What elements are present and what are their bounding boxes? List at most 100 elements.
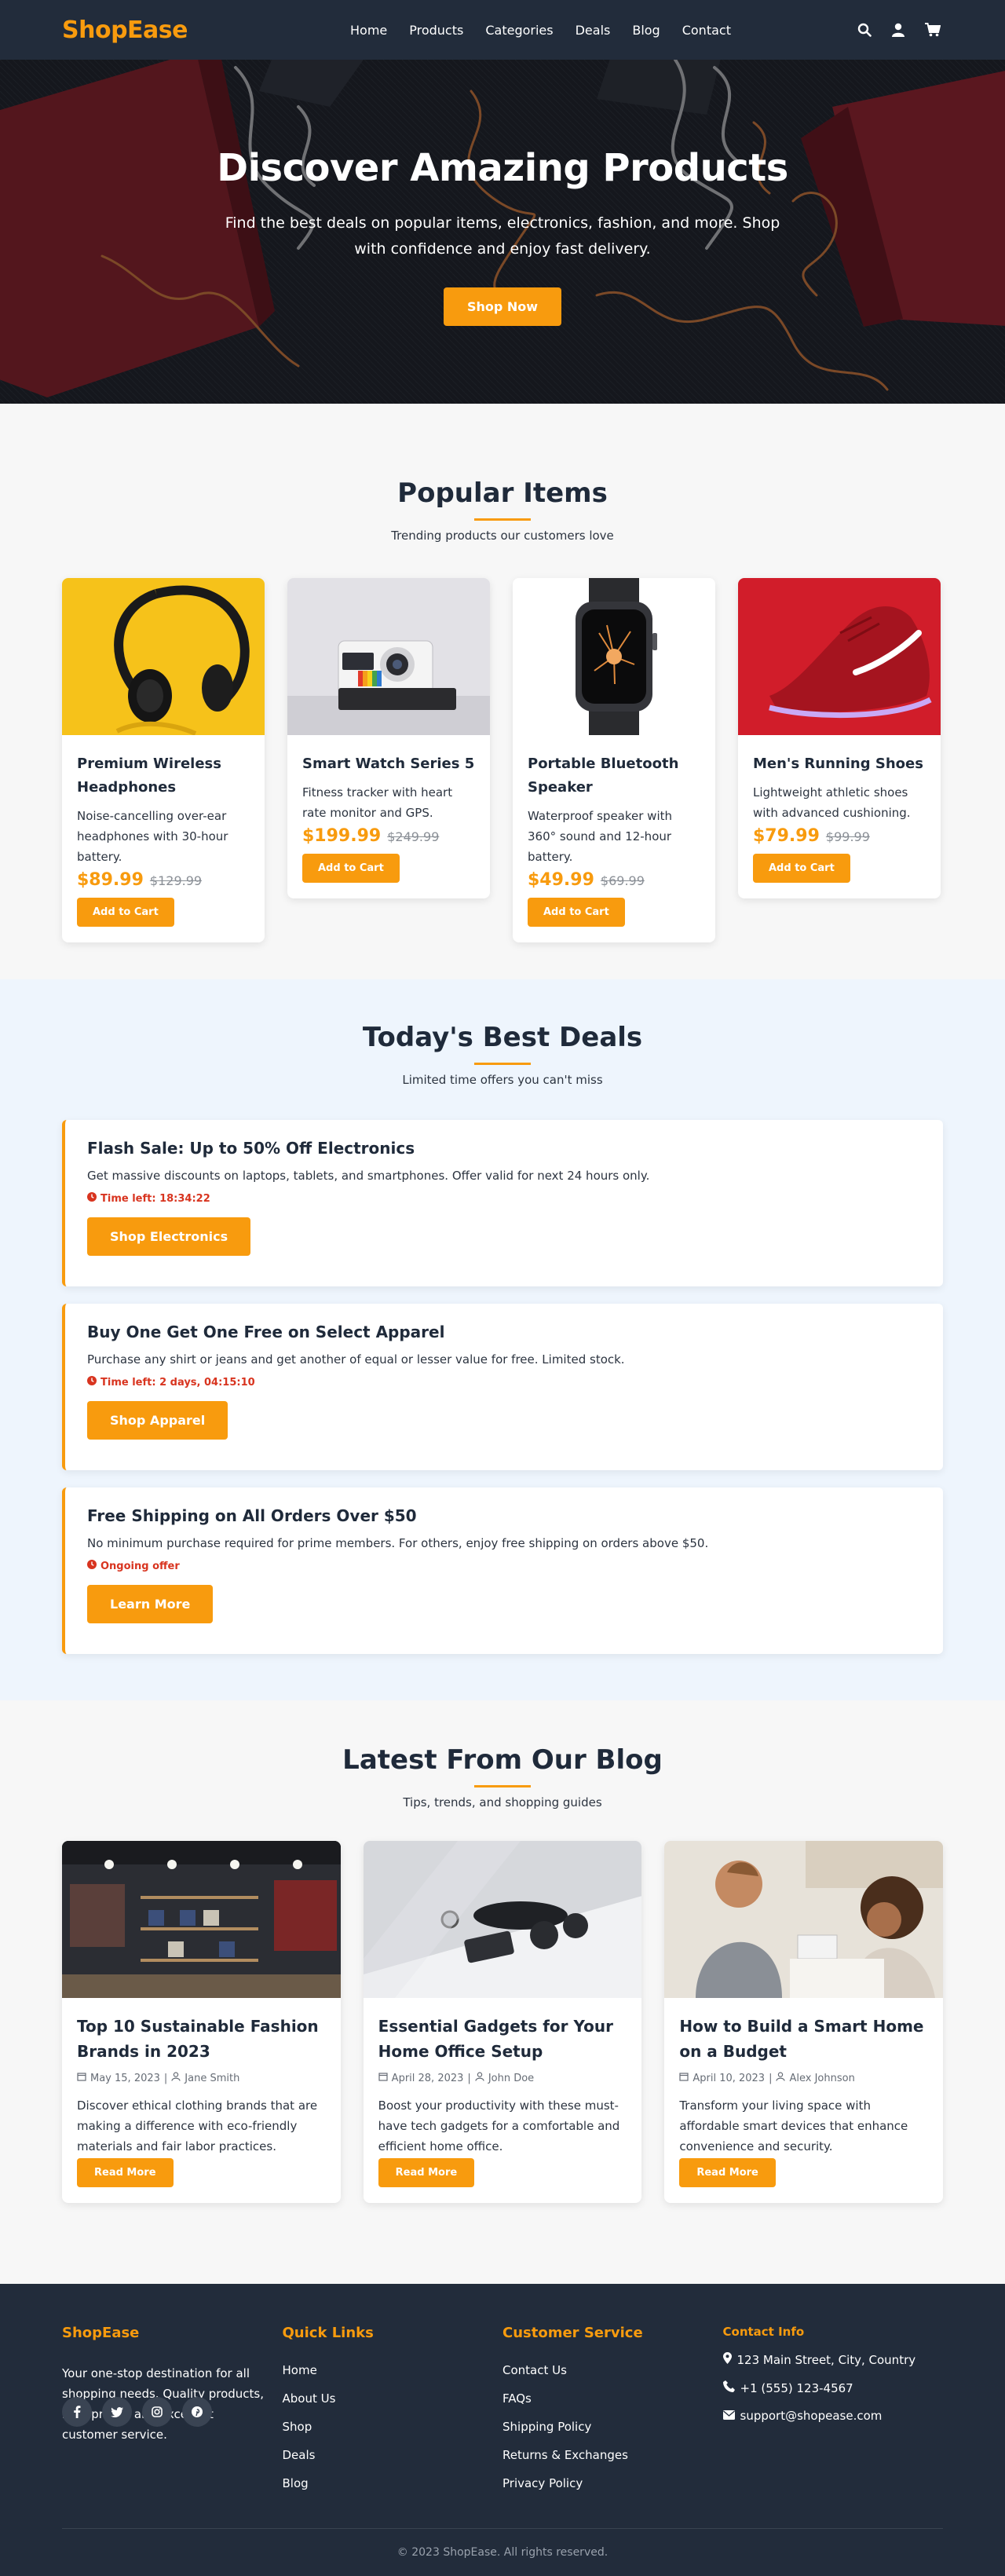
blog-image-clothing-store[interactable]	[62, 1841, 341, 1998]
blog-post-author: John Doe	[488, 2072, 535, 2084]
footer-email: support@shopease.com	[722, 2409, 944, 2423]
product-name[interactable]: Portable Bluetooth Speaker	[528, 752, 700, 800]
twitter-icon[interactable]	[102, 2397, 132, 2427]
nav-link-products[interactable]: Products	[409, 23, 463, 38]
blog-post-excerpt: Transform your living space with afforda…	[679, 2098, 908, 2153]
product-old-price: $129.99	[149, 873, 203, 888]
blog-post-meta: April 10, 2023 | Alex Johnson	[679, 2072, 928, 2084]
product-card: Portable Bluetooth Speaker Waterproof sp…	[513, 578, 715, 942]
product-description: Waterproof speaker with 360° sound and 1…	[528, 809, 672, 864]
deal-title: Flash Sale: Up to 50% Off Electronics	[87, 1139, 415, 1158]
calendar-icon	[378, 2072, 388, 2084]
shop-apparel-button[interactable]: Shop Apparel	[87, 1401, 228, 1440]
instagram-icon[interactable]	[142, 2397, 172, 2427]
blog-post-date: April 10, 2023	[693, 2072, 766, 2084]
envelope-icon	[722, 2409, 735, 2423]
blog-post-title[interactable]: Essential Gadgets for Your Home Office S…	[378, 2014, 627, 2064]
top-navbar: ShopEase Home Products Categories Deals …	[0, 0, 1005, 60]
add-to-cart-button[interactable]: Add to Cart	[528, 898, 625, 927]
map-marker-icon	[722, 2352, 732, 2367]
learn-more-button[interactable]: Learn More	[87, 1585, 214, 1623]
add-to-cart-button[interactable]: Add to Cart	[77, 898, 174, 927]
footer-contact-info: Contact Info 123 Main Street, City, Coun…	[722, 2325, 944, 2505]
hero-title: Discover Amazing Products	[217, 146, 788, 190]
footer-phone: +1 (555) 123-4567	[722, 2380, 944, 2395]
price-row: $49.99 $69.99	[528, 870, 700, 890]
nav-link-deals[interactable]: Deals	[576, 23, 611, 38]
footer-link-faqs[interactable]: FAQs	[502, 2391, 723, 2406]
calendar-icon	[77, 2072, 86, 2084]
footer-link-contact[interactable]: Contact Us	[502, 2363, 723, 2377]
section-title: Today's Best Deals	[362, 1022, 643, 1053]
deal-card: Flash Sale: Up to 50% Off Electronics Ge…	[62, 1120, 943, 1286]
product-card: Smart Watch Series 5 Fitness tracker wit…	[287, 578, 490, 898]
footer-customer-service: Customer Service Contact Us FAQs Shippin…	[502, 2325, 723, 2505]
price-row: $79.99 $99.99	[753, 826, 926, 846]
footer-link-blog[interactable]: Blog	[283, 2476, 503, 2490]
footer-link-about[interactable]: About Us	[283, 2391, 503, 2406]
blog-image-smart-home[interactable]	[664, 1841, 944, 1998]
author-icon	[776, 2072, 786, 2084]
blog-post-date: April 28, 2023	[391, 2072, 464, 2084]
product-image-headphones[interactable]	[62, 578, 265, 735]
title-underline	[474, 1785, 531, 1787]
blog-post-excerpt: Boost your productivity with these must-…	[378, 2098, 620, 2153]
product-name[interactable]: Men's Running Shoes	[753, 752, 926, 776]
social-links	[62, 2397, 212, 2427]
footer-link-privacy[interactable]: Privacy Policy	[502, 2476, 723, 2490]
nav-link-home[interactable]: Home	[350, 23, 387, 38]
nav-link-blog[interactable]: Blog	[632, 23, 660, 38]
product-image-shoes[interactable]	[738, 578, 941, 735]
shop-electronics-button[interactable]: Shop Electronics	[87, 1217, 251, 1256]
product-price: $199.99	[302, 826, 382, 846]
footer-link-shop[interactable]: Shop	[283, 2420, 503, 2434]
facebook-icon[interactable]	[62, 2397, 92, 2427]
section-subtitle: Trending products our customers love	[391, 529, 614, 543]
author-icon	[171, 2072, 181, 2084]
blog-post-grid: Top 10 Sustainable Fashion Brands in 202…	[0, 1841, 1005, 2203]
footer-link-shipping[interactable]: Shipping Policy	[502, 2420, 723, 2434]
search-icon[interactable]	[857, 23, 872, 37]
footer-link-deals[interactable]: Deals	[283, 2448, 503, 2462]
main-nav: Home Products Categories Deals Blog Cont…	[350, 23, 731, 38]
blog-post-title[interactable]: Top 10 Sustainable Fashion Brands in 202…	[77, 2014, 326, 2064]
read-more-button[interactable]: Read More	[378, 2158, 475, 2187]
product-grid: Premium Wireless Headphones Noise-cancel…	[0, 578, 1005, 942]
blog-post-card: How to Build a Smart Home on a Budget Ap…	[664, 1841, 944, 2203]
blog-image-home-office[interactable]	[363, 1841, 642, 1998]
product-image-camera[interactable]	[287, 578, 490, 735]
add-to-cart-button[interactable]: Add to Cart	[302, 854, 400, 883]
title-underline	[474, 1063, 531, 1065]
brand-logo[interactable]: ShopEase	[62, 16, 188, 44]
read-more-button[interactable]: Read More	[77, 2158, 174, 2187]
meta-separator: |	[163, 2072, 168, 2084]
meta-separator: |	[769, 2072, 773, 2084]
product-description: Fitness tracker with heart rate monitor …	[302, 785, 453, 820]
footer-link-home[interactable]: Home	[283, 2363, 503, 2377]
add-to-cart-button[interactable]: Add to Cart	[753, 854, 850, 883]
blog-post-card: Top 10 Sustainable Fashion Brands in 202…	[62, 1841, 341, 2203]
blog-post-title[interactable]: How to Build a Smart Home on a Budget	[679, 2014, 928, 2064]
nav-link-categories[interactable]: Categories	[485, 23, 553, 38]
footer-link-returns[interactable]: Returns & Exchanges	[502, 2448, 723, 2462]
best-deals-section: Today's Best Deals Limited time offers y…	[0, 979, 1005, 1700]
deal-timer: Time left: 2 days, 04:15:10	[87, 1376, 919, 1389]
pinterest-icon[interactable]	[182, 2397, 212, 2427]
product-image-watch[interactable]	[513, 578, 715, 735]
shop-now-button[interactable]: Shop Now	[443, 287, 562, 326]
footer-phone-text[interactable]: +1 (555) 123-4567	[740, 2381, 853, 2395]
footer-brand: ShopEase	[62, 2325, 140, 2341]
deal-timer-text: Ongoing offer	[100, 1560, 180, 1572]
cart-icon[interactable]	[925, 23, 941, 37]
deal-card: Free Shipping on All Orders Over $50 No …	[62, 1487, 943, 1654]
product-old-price: $99.99	[825, 829, 870, 844]
blog-post-meta: May 15, 2023 | Jane Smith	[77, 2072, 326, 2084]
user-icon[interactable]	[892, 23, 904, 37]
deal-timer: Time left: 18:34:22	[87, 1192, 919, 1205]
product-name[interactable]: Smart Watch Series 5	[302, 752, 475, 776]
nav-link-contact[interactable]: Contact	[682, 23, 731, 38]
clock-icon	[87, 1192, 97, 1205]
read-more-button[interactable]: Read More	[679, 2158, 776, 2187]
product-name[interactable]: Premium Wireless Headphones	[77, 752, 250, 800]
footer-email-text[interactable]: support@shopease.com	[740, 2409, 883, 2423]
